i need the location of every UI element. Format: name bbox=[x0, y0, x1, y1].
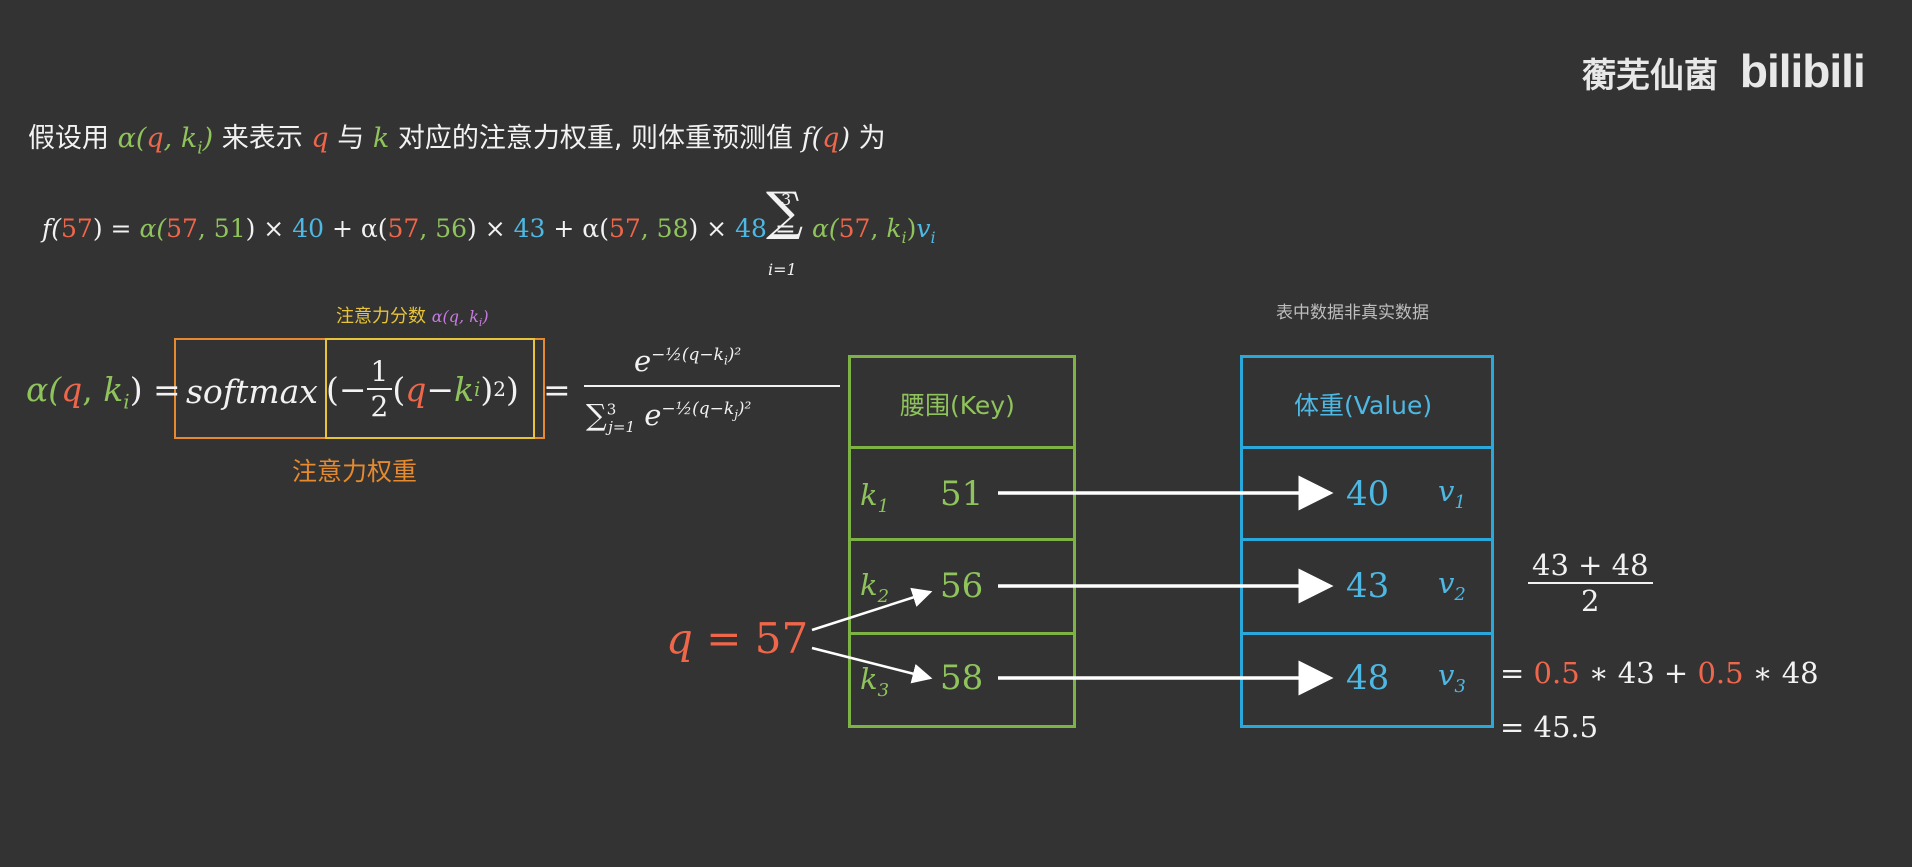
result: = 45.5 bbox=[1500, 710, 1599, 744]
weighted-sum: = 0.5 ∗ 43 + 0.5 ∗ 48 bbox=[1500, 656, 1819, 690]
arrow-q-to-k2 bbox=[811, 587, 933, 632]
average-fraction: 43 + 48 2 bbox=[1528, 548, 1653, 618]
arrow-layer bbox=[811, 475, 1334, 696]
arrow-q-to-k3 bbox=[811, 646, 933, 684]
